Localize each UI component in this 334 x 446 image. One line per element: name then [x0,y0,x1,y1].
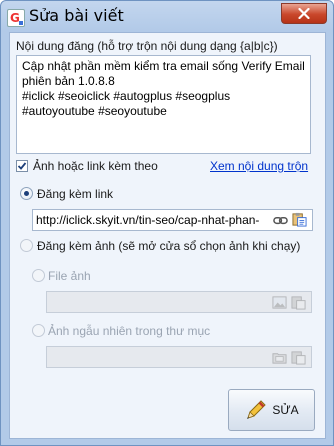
random-folder-option-radio[interactable] [32,324,45,337]
paste-icon[interactable] [291,350,306,365]
link-url-input[interactable]: http://iclick.skyit.vn/tin-seo/cap-nhat-… [32,209,313,231]
content-line: #autoyoutube #seoyoutube [22,104,167,118]
content-line: #iclick #seoiclick #autogplus #seogplus [22,89,231,103]
image-option-radio[interactable] [20,239,33,252]
window-title: Sửa bài viết [29,6,124,25]
file-option-label: File ảnh [48,269,91,283]
close-icon [298,8,310,19]
content-textarea[interactable]: Cập nhật phần mềm kiểm tra email sống Ve… [16,55,311,154]
app-logo-icon: G [7,9,25,27]
pencil-icon [247,400,267,419]
edit-post-window: G Sửa bài viết Nội dung đăng (hỗ trợ trộ… [0,0,334,446]
save-edit-button[interactable]: SỬA [228,389,315,431]
attach-checkbox-label: Ảnh hoặc link kèm theo [33,159,158,173]
image-option-label: Đăng kèm ảnh (sẽ mở cửa sổ chọn ảnh khi … [37,239,301,253]
content-line: Cập nhật phần mềm kiểm tra email sống Ve… [22,59,305,73]
link-option-radio[interactable] [20,187,33,200]
link-icon[interactable] [273,213,288,228]
attach-checkbox[interactable] [16,160,28,172]
folder-icon[interactable] [272,350,287,365]
paste-icon[interactable] [292,212,307,227]
check-icon [17,162,27,170]
paste-icon[interactable] [291,295,306,310]
dialog-body: Nội dung đăng (hỗ trợ trộn nội dung dạng… [9,32,326,439]
link-url-value: http://iclick.skyit.vn/tin-seo/cap-nhat-… [36,213,260,227]
link-option-label: Đăng kèm link [37,187,114,201]
random-folder-option-label: Ảnh ngẫu nhiên trong thư mục [48,324,211,338]
content-label: Nội dung đăng (hỗ trợ trộn nội dung dạng… [16,39,278,53]
close-button[interactable] [281,3,327,24]
title-bar[interactable]: G Sửa bài viết [1,1,333,33]
save-edit-label: SỬA [272,403,299,417]
preview-mixed-content-link[interactable]: Xem nội dung trộn [210,159,308,173]
content-line: phiên bản 1.0.8.8 [22,74,115,88]
image-icon[interactable] [272,295,287,310]
file-option-radio[interactable] [32,269,45,282]
